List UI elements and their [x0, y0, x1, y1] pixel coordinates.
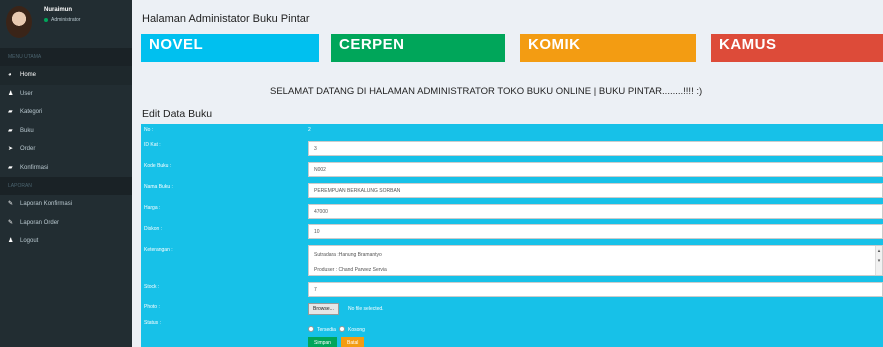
- main-content: Halaman Administator Buku Pintar NOVEL C…: [132, 0, 883, 347]
- form-title: Edit Data Buku: [142, 108, 213, 120]
- category-tiles: NOVEL CERPEN KOMIK KAMUS: [141, 34, 883, 62]
- sidebar-item-buku[interactable]: ▰ Buku: [0, 122, 132, 141]
- harga-label: Harga :: [144, 205, 161, 211]
- nama-label: Nama Buku :: [144, 184, 173, 190]
- status-tersedia-radio[interactable]: [308, 326, 314, 332]
- sidebar-item-label: Laporan Order: [20, 219, 60, 226]
- diskon-field[interactable]: [308, 224, 883, 239]
- no-label: No :: [144, 127, 154, 133]
- avatar: [6, 6, 32, 38]
- edit-icon: ✎: [8, 219, 14, 226]
- status-tersedia-label: Tersedia: [317, 327, 336, 333]
- edit-icon: ✎: [8, 201, 14, 207]
- keterangan-line: Sutradara :Hanung Bramantyo: [314, 252, 382, 258]
- sidebar-item-laporan-konfirmasi[interactable]: ✎ Laporan Konfirmasi: [0, 195, 132, 214]
- no-file-text: No file selected.: [348, 306, 384, 312]
- tile-komik[interactable]: KOMIK: [520, 34, 696, 62]
- sidebar-item-label: Logout: [20, 238, 39, 244]
- save-button[interactable]: Simpan: [308, 337, 337, 347]
- cancel-button[interactable]: Batal: [341, 337, 365, 347]
- scrollbar[interactable]: ▴ ▾: [875, 246, 882, 275]
- sidebar-item-label: Laporan Konfirmasi: [20, 201, 73, 207]
- user-panel: Nuraimun Administrator: [0, 0, 132, 48]
- sidebar-item-label: Order: [20, 146, 36, 152]
- user-role: Administrator: [44, 17, 80, 23]
- sidebar: Nuraimun Administrator MENU UTAMA ◕ Home …: [0, 0, 132, 347]
- id-kat-label: ID Kat :: [144, 142, 161, 148]
- status-kosong-radio[interactable]: [339, 326, 345, 332]
- online-status-icon: [44, 17, 48, 22]
- sidebar-item-label: Kategori: [20, 109, 43, 115]
- id-kat-field[interactable]: [308, 141, 883, 156]
- user-icon: ♟: [8, 90, 14, 97]
- send-icon: ➤: [8, 146, 14, 152]
- browse-button[interactable]: Browse...: [308, 303, 339, 315]
- section-header-main: MENU UTAMA: [0, 48, 132, 66]
- keterangan-label: Keterangan :: [144, 247, 173, 253]
- sidebar-item-home[interactable]: ◕ Home: [0, 66, 132, 85]
- user-name: Nuraimun: [44, 7, 73, 13]
- no-value: 2: [308, 127, 311, 133]
- stock-field[interactable]: [308, 282, 883, 297]
- scroll-down-icon[interactable]: ▾: [876, 256, 882, 266]
- sidebar-item-konfirmasi[interactable]: ▰ Konfirmasi: [0, 159, 132, 178]
- harga-field[interactable]: [308, 204, 883, 219]
- tile-cerpen[interactable]: CERPEN: [331, 34, 505, 62]
- tile-kamus[interactable]: KAMUS: [711, 34, 883, 62]
- sidebar-item-kategori[interactable]: ▰ Kategori: [0, 103, 132, 122]
- kode-buku-field[interactable]: [308, 162, 883, 177]
- user-role-label: Administrator: [51, 17, 81, 23]
- diskon-label: Diskon :: [144, 226, 163, 232]
- sidebar-item-user[interactable]: ♟ User: [0, 85, 132, 104]
- page-title: Halaman Administator Buku Pintar: [142, 13, 310, 25]
- sidebar-item-label: Buku: [20, 127, 34, 134]
- edit-book-form: No : 2 ID Kat : Kode Buku : Nama Buku : …: [141, 124, 883, 347]
- scroll-up-icon[interactable]: ▴: [876, 246, 882, 256]
- status-label: Status :: [144, 320, 161, 326]
- sidebar-item-logout[interactable]: ♟ Logout: [0, 232, 132, 251]
- keterangan-line: Produser : Chand Parwez Servia: [314, 267, 387, 273]
- sidebar-item-order[interactable]: ➤ Order: [0, 140, 132, 159]
- dashboard-icon: ◕: [8, 72, 12, 78]
- tile-novel[interactable]: NOVEL: [141, 34, 319, 62]
- sidebar-item-laporan-order[interactable]: ✎ Laporan Order: [0, 214, 132, 233]
- kode-label: Kode Buku :: [144, 163, 172, 169]
- user-icon: ♟: [8, 238, 14, 244]
- folder-icon: ▰: [8, 164, 13, 171]
- folder-icon: ▰: [8, 127, 13, 134]
- folder-icon: ▰: [8, 109, 13, 115]
- photo-label: Photo :: [144, 304, 160, 310]
- welcome-message: SELAMAT DATANG DI HALAMAN ADMINISTRATOR …: [270, 86, 703, 97]
- sidebar-item-label: Konfirmasi: [20, 164, 49, 171]
- stock-label: Stock :: [144, 284, 160, 290]
- status-kosong-label: Kosong: [348, 327, 365, 333]
- sidebar-item-label: Home: [20, 72, 37, 78]
- section-header-report: LAPORAN: [0, 177, 132, 195]
- nama-buku-field[interactable]: [308, 183, 883, 198]
- sidebar-item-label: User: [20, 90, 33, 97]
- keterangan-textarea[interactable]: Sutradara :Hanung Bramantyo Produser : C…: [308, 245, 883, 276]
